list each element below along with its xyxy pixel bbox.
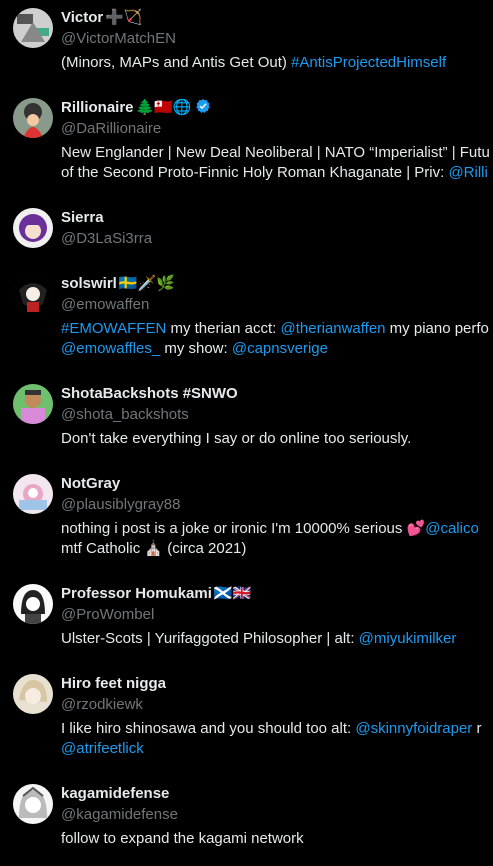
avatar[interactable]: [13, 98, 53, 138]
user-bio: follow to expand the kagami network: [61, 829, 493, 849]
bio-text: nothing i post is a joke or ironic I'm 1…: [61, 520, 426, 537]
bio-text: my piano perfo: [385, 320, 489, 337]
bio-link[interactable]: @therianwaffen: [281, 320, 386, 337]
user-handle[interactable]: @ProWombel: [61, 605, 154, 625]
bio-text: (Minors, MAPs and Antis Get Out): [61, 54, 292, 71]
bio-line: (Minors, MAPs and Antis Get Out) #AntisP…: [61, 53, 493, 73]
bio-line: #EMOWAFFEN my therian acct: @therianwaff…: [61, 319, 493, 339]
bio-link[interactable]: @miyukimilker: [359, 630, 457, 647]
verified-badge-icon: [195, 99, 210, 113]
bio-link[interactable]: #AntisProjectedHimself: [291, 54, 446, 71]
name-emoji: 🏴󠁧󠁢󠁳󠁣󠁴󠁿🇬🇧: [213, 585, 252, 602]
user-handle[interactable]: @rzodkiewk: [61, 695, 143, 715]
user-handle[interactable]: @D3LaSi3rra: [61, 229, 152, 249]
bio-text: my show:: [160, 340, 232, 357]
user-handle[interactable]: @VictorMatchEN: [61, 29, 176, 49]
user-handle[interactable]: @DaRillionaire: [61, 119, 161, 139]
user-bio: I like hiro shinosawa and you should too…: [61, 719, 493, 759]
avatar[interactable]: [13, 8, 53, 48]
bio-text: mtf Catholic ⛪ (circa 2021): [61, 540, 247, 557]
bio-link[interactable]: @capnsverige: [232, 340, 328, 357]
avatar[interactable]: [13, 674, 53, 714]
bio-link[interactable]: @Rilli: [448, 164, 487, 181]
bio-link[interactable]: @skinnyfoidraper: [355, 720, 472, 737]
user-bio: (Minors, MAPs and Antis Get Out) #AntisP…: [61, 53, 493, 73]
display-name[interactable]: Rillionaire 🌲🇹🇴🌐: [61, 98, 211, 118]
user-handle[interactable]: @emowaffen: [61, 295, 149, 315]
display-name[interactable]: ShotaBackshots #SNWO: [61, 384, 238, 404]
bio-text: Ulster-Scots | Yurifaggoted Philosopher …: [61, 630, 359, 647]
follower-list: Victor ➕🏹 @VictorMatchEN (Minors, MAPs an…: [0, 0, 493, 866]
name-emoji: 🌲🇹🇴🌐: [135, 99, 192, 116]
user-bio: #EMOWAFFEN my therian acct: @therianwaff…: [61, 319, 493, 359]
user-bio: Ulster-Scots | Yurifaggoted Philosopher …: [61, 629, 493, 649]
bio-text: of the Second Proto-Finnic Holy Roman Kh…: [61, 164, 449, 181]
bio-text: my therian acct:: [166, 320, 281, 337]
name-emoji: 🇸🇪🗡️🌿: [118, 275, 175, 292]
bio-link[interactable]: @calico: [425, 520, 479, 537]
display-name[interactable]: Professor Homukami 🏴󠁧󠁢󠁳󠁣󠁴󠁿🇬🇧: [61, 584, 251, 604]
display-name[interactable]: Hiro feet nigga: [61, 674, 166, 694]
avatar[interactable]: [13, 208, 53, 248]
display-name[interactable]: kagamidefense: [61, 784, 169, 804]
bio-line: mtf Catholic ⛪ (circa 2021): [61, 539, 493, 559]
bio-line: I like hiro shinosawa and you should too…: [61, 719, 493, 739]
bio-line: Ulster-Scots | Yurifaggoted Philosopher …: [61, 629, 493, 649]
avatar[interactable]: [13, 784, 53, 824]
bio-text: I like hiro shinosawa and you should too…: [61, 720, 356, 737]
bio-text: follow to expand the kagami network: [61, 830, 304, 847]
bio-line: nothing i post is a joke or ironic I'm 1…: [61, 519, 493, 539]
name-emoji: ➕🏹: [105, 9, 143, 26]
bio-line: Don't take everything I say or do online…: [61, 429, 493, 449]
bio-line: New Englander | New Deal Neoliberal | NA…: [61, 143, 493, 163]
user-handle[interactable]: @kagamidefense: [61, 805, 178, 825]
user-bio: New Englander | New Deal Neoliberal | NA…: [61, 143, 493, 183]
bio-text: Don't take everything I say or do online…: [61, 430, 412, 447]
bio-line: @emowaffles_ my show: @capnsverige: [61, 339, 493, 359]
display-name[interactable]: NotGray: [61, 474, 120, 494]
display-name[interactable]: solswirl 🇸🇪🗡️🌿: [61, 274, 175, 294]
avatar[interactable]: [13, 584, 53, 624]
bio-text: New Englander | New Deal Neoliberal | NA…: [61, 144, 490, 161]
bio-line: follow to expand the kagami network: [61, 829, 493, 849]
bio-link[interactable]: @emowaffles_: [61, 340, 160, 357]
bio-text: r: [472, 720, 482, 737]
bio-line: @atrifeetlick: [61, 739, 493, 759]
avatar[interactable]: [13, 474, 53, 514]
user-handle[interactable]: @plausiblygray88: [61, 495, 180, 515]
bio-link[interactable]: @atrifeetlick: [61, 740, 144, 757]
avatar[interactable]: [13, 384, 53, 424]
user-bio: Don't take everything I say or do online…: [61, 429, 493, 449]
bio-line: of the Second Proto-Finnic Holy Roman Kh…: [61, 163, 493, 183]
bio-link[interactable]: #EMOWAFFEN: [61, 320, 166, 337]
display-name[interactable]: Sierra: [61, 208, 104, 228]
user-handle[interactable]: @shota_backshots: [61, 405, 189, 425]
display-name[interactable]: Victor ➕🏹: [61, 8, 143, 28]
user-bio: nothing i post is a joke or ironic I'm 1…: [61, 519, 493, 559]
avatar[interactable]: [13, 274, 53, 314]
